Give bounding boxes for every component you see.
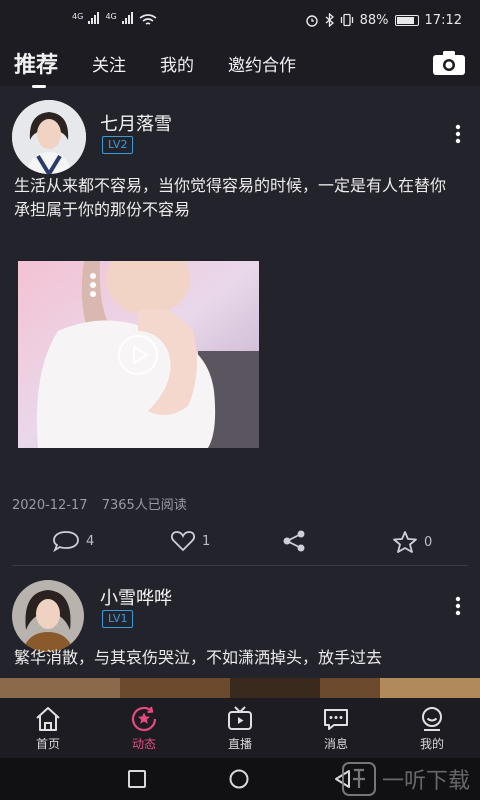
nav-home-label: 首页 (35, 737, 60, 751)
post-text: 生活从来都不容易，当你觉得容易的时候，一定是有人在替你承担属于你的那份不容易 (14, 176, 447, 219)
favorite-button[interactable]: 0 (392, 530, 432, 554)
recent-apps-icon[interactable] (126, 768, 148, 790)
avatar[interactable] (12, 580, 84, 652)
nav-home[interactable]: 首页 (0, 704, 96, 752)
read-count: 7365人已阅读 (101, 498, 187, 513)
status-bar: 4G 4G 88% 17:12 (0, 0, 480, 40)
bottom-tab-bar: 首页 动态 直播 消息 我的 (0, 698, 480, 758)
post-text: 繁华消散，与其哀伤哭泣，不如潇洒掉头，放手过去 (14, 648, 383, 667)
message-icon (324, 709, 348, 730)
share-button[interactable] (282, 530, 306, 552)
status-bar-left: 4G 4G (72, 12, 157, 28)
nav-profile[interactable]: 我的 (384, 704, 480, 752)
watermark-text: 一听下载 (381, 769, 470, 794)
like-count: 1 (202, 533, 211, 549)
heart-icon (170, 531, 196, 552)
avatar[interactable] (12, 100, 86, 174)
bluetooth-icon (325, 13, 334, 27)
tab-invite-cooperation[interactable]: 邀约合作 (228, 51, 296, 76)
dynamic-icon (131, 706, 157, 732)
top-tab-bar: 推荐 关注 我的 邀约合作 (0, 40, 480, 88)
live-tv-icon (228, 706, 252, 730)
clock: 17:12 (424, 12, 462, 28)
feed-post[interactable]: 小雪哗哗 LV1 繁华消散，与其哀伤哭泣，不如潇洒掉头，放手过去 (0, 566, 480, 698)
post-actions: 4 1 0 (12, 530, 468, 556)
watermark-logo-icon (341, 762, 376, 796)
level-badge: LV1 (102, 610, 134, 628)
video-thumbnail[interactable] (18, 261, 259, 448)
share-icon (283, 530, 305, 552)
wifi-icon (139, 13, 157, 25)
watermark: 一听下载 (341, 762, 470, 796)
comment-count: 4 (86, 533, 95, 549)
nav-live[interactable]: 直播 (192, 704, 288, 752)
battery-icon (394, 14, 419, 26)
star-count: 0 (424, 534, 433, 550)
home-button-icon[interactable] (228, 768, 250, 790)
signal-2: 4G (105, 12, 133, 28)
vibrate-icon (340, 13, 353, 27)
post-image[interactable] (0, 678, 480, 698)
tab-recommend[interactable]: 推荐 (14, 47, 58, 88)
alarm-icon (305, 15, 318, 27)
feed-list[interactable]: 七月落雪 LV2 生活从来都不容易，当你觉得容易的时候，一定是有人在替你承担属于… (0, 86, 480, 698)
feed-post[interactable]: 七月落雪 LV2 生活从来都不容易，当你觉得容易的时候，一定是有人在替你承担属于… (12, 86, 468, 566)
camera-icon[interactable] (432, 50, 466, 76)
more-vertical-icon[interactable] (448, 594, 468, 618)
home-icon (36, 707, 60, 731)
nav-profile-label: 我的 (419, 737, 444, 751)
signal-bars-icon (88, 12, 100, 24)
tab-mine[interactable]: 我的 (160, 51, 194, 76)
more-vertical-icon[interactable] (448, 122, 468, 146)
system-navigation-bar: 一听下载 (0, 758, 480, 800)
username[interactable]: 七月落雪 (100, 110, 172, 136)
status-bar-right: 88% 17:12 (305, 13, 462, 28)
nav-messages-label: 消息 (323, 737, 348, 751)
nav-messages[interactable]: 消息 (288, 704, 384, 752)
signal-bars-icon (121, 12, 133, 24)
like-button[interactable]: 1 (170, 530, 210, 552)
post-meta: 2020-12-17 7365人已阅读 (12, 494, 187, 513)
signal-1: 4G (72, 12, 100, 28)
nav-live-label: 直播 (227, 737, 252, 751)
tab-following[interactable]: 关注 (92, 51, 126, 76)
nav-dynamic[interactable]: 动态 (96, 704, 192, 752)
battery-percent: 88% (359, 12, 389, 28)
post-date: 2020-12-17 (12, 498, 88, 513)
star-icon (393, 531, 417, 553)
level-badge: LV2 (102, 136, 134, 154)
nav-dynamic-label: 动态 (131, 737, 156, 751)
play-icon[interactable] (116, 333, 160, 377)
signal-2-label: 4G (105, 12, 117, 21)
profile-icon (422, 707, 442, 731)
signal-1-label: 4G (72, 12, 84, 21)
comment-icon (53, 531, 79, 552)
username[interactable]: 小雪哗哗 (100, 584, 172, 610)
comment-button[interactable]: 4 (52, 530, 94, 552)
